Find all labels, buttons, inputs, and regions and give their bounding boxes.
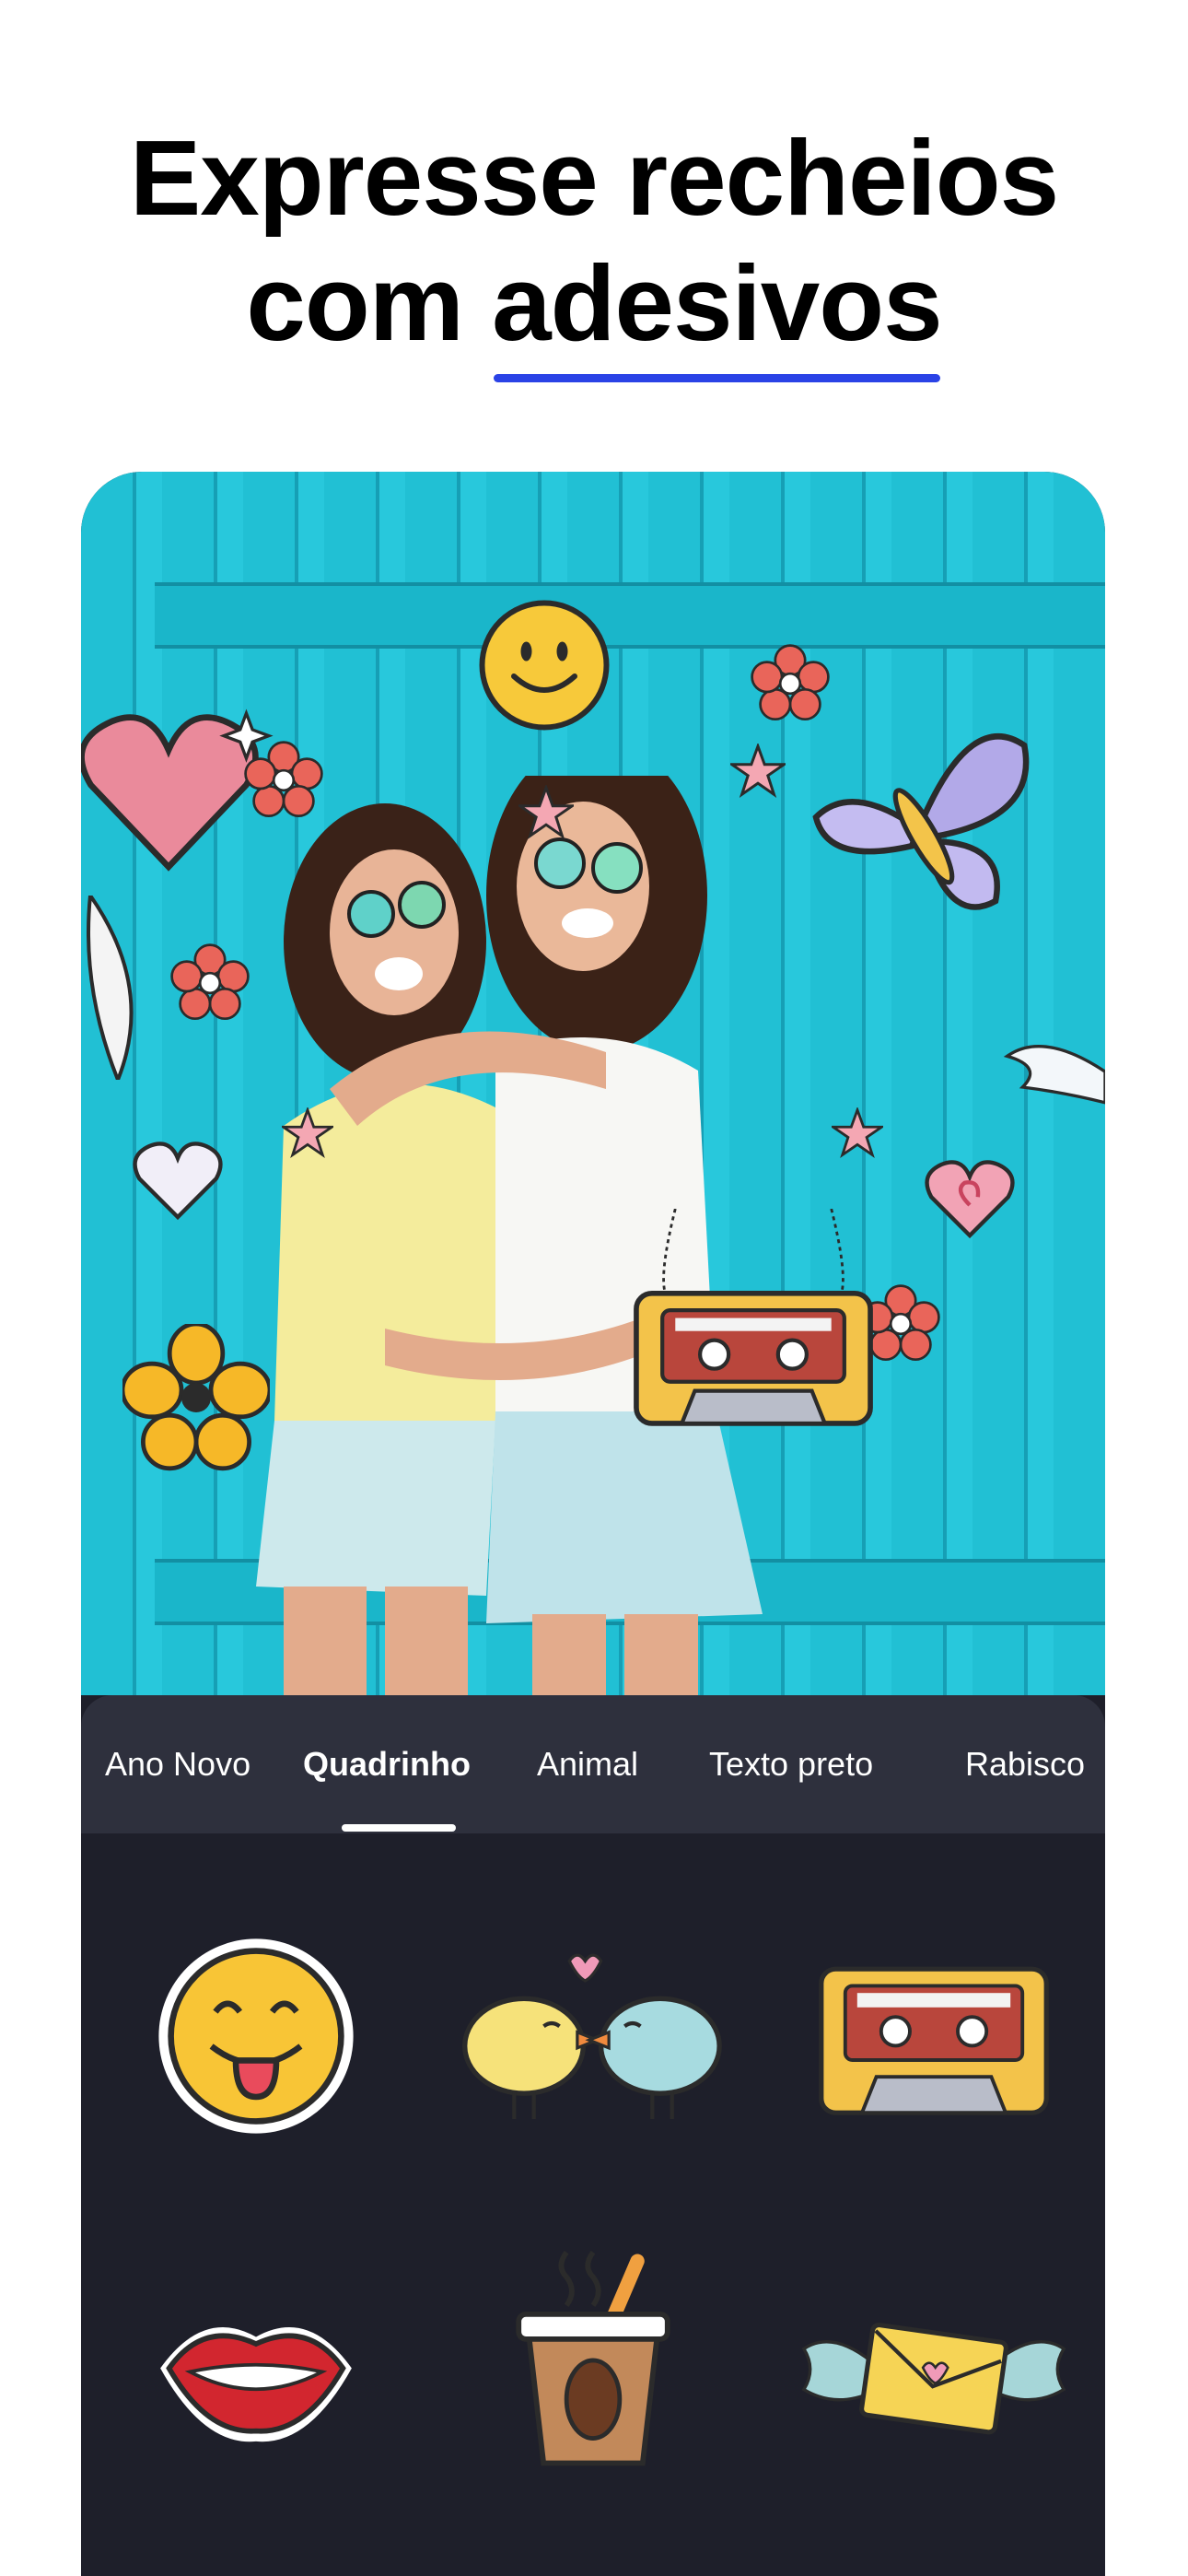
photo-canvas	[81, 472, 1105, 1697]
page-headline: Expresse recheios com adesivos	[0, 115, 1188, 382]
tab-ano-novo[interactable]: Ano Novo	[105, 1695, 250, 1833]
yellow-flower-sticker	[122, 1324, 270, 1471]
headline-underline	[494, 374, 940, 382]
star-sticker	[832, 1107, 883, 1159]
tab-quadrinho[interactable]: Quadrinho	[303, 1695, 471, 1833]
cassette-purse-sticker	[634, 1209, 873, 1426]
tab-animal[interactable]: Animal	[537, 1695, 638, 1833]
red-flower-sticker	[170, 943, 250, 1021]
phone-mockup-card: Ano Novo Quadrinho Animal Texto preto Ra…	[81, 472, 1105, 2576]
white-heart-sticker	[133, 1142, 223, 1221]
red-flower-sticker	[244, 741, 323, 818]
wing-sticker	[1003, 1045, 1105, 1105]
tab-texto-preto[interactable]: Texto preto	[709, 1695, 873, 1833]
pink-swirl-heart-sticker	[925, 1160, 1015, 1239]
sticker-category-tabs: Ano Novo Quadrinho Animal Texto preto Ra…	[81, 1695, 1105, 1833]
wall-rail	[155, 582, 1105, 649]
tab-rabisco[interactable]: Rabisco	[965, 1695, 1085, 1833]
active-tab-indicator	[342, 1824, 456, 1832]
headline-highlight: adesivos	[492, 240, 943, 382]
smiley-sticker	[479, 600, 610, 731]
winged-envelope-sticker[interactable]	[796, 2239, 1072, 2515]
star-sticker	[518, 785, 574, 839]
headline-line-2: com adesivos	[0, 240, 1188, 382]
cassette-tape-sticker[interactable]	[796, 1898, 1072, 2174]
kissing-birds-sticker[interactable]	[455, 1898, 731, 2174]
star-sticker	[282, 1107, 333, 1159]
red-flower-sticker	[751, 644, 830, 721]
leaf-sticker	[87, 896, 134, 1080]
coffee-cup-sticker[interactable]	[455, 2220, 731, 2497]
sticker-grid	[81, 1833, 1105, 2576]
star-sticker	[730, 744, 786, 798]
butterfly-sticker	[812, 733, 1030, 910]
headline-line-1: Expresse recheios	[129, 118, 1059, 238]
tongue-emoji-sticker[interactable]	[118, 1898, 394, 2174]
lips-sticker[interactable]	[118, 2239, 394, 2515]
headline-prefix: com	[246, 243, 493, 363]
